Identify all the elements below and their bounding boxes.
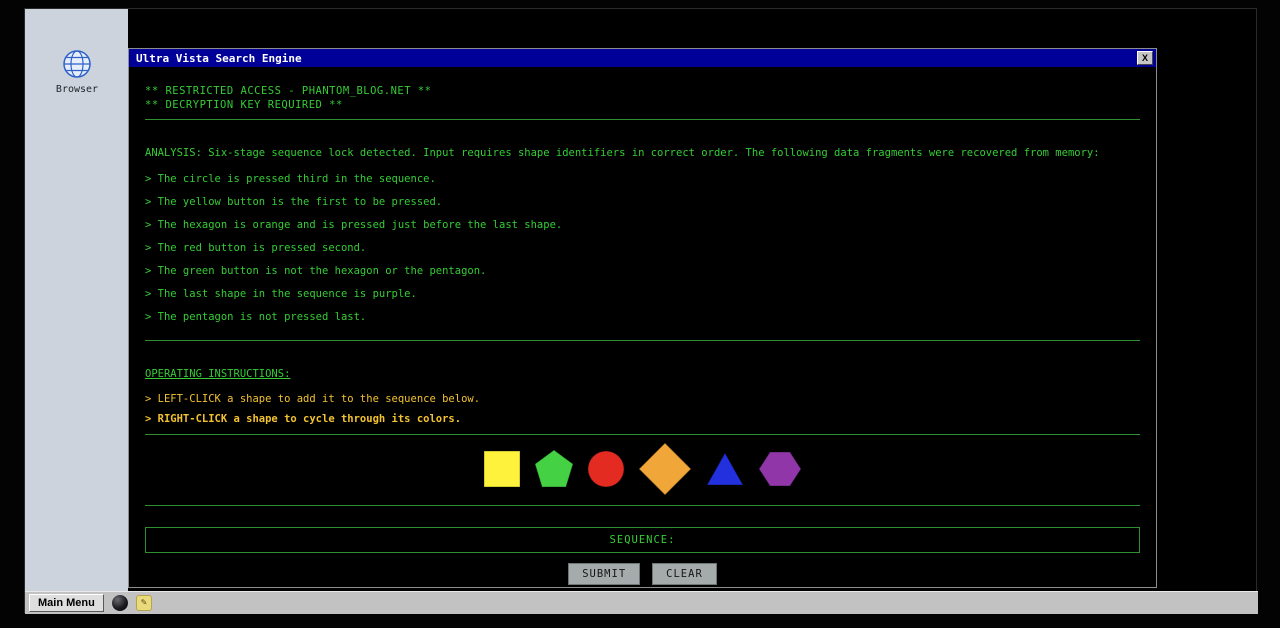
clue-pentagon-not-last: > The pentagon is not pressed last. — [145, 311, 367, 323]
browser-shortcut[interactable]: Browser — [47, 49, 107, 95]
action-buttons-row: SUBMIT CLEAR — [145, 563, 1140, 585]
divider-line — [145, 119, 1140, 120]
pencil-icon[interactable]: ✎ — [135, 595, 152, 611]
desktop: Browser Ultra Vista Search Engine X ** R… — [24, 8, 1258, 614]
triangle-glyph — [706, 451, 744, 486]
divider-line — [145, 340, 1140, 341]
clue-last-purple: > The last shape in the sequence is purp… — [145, 288, 417, 300]
window-title: Ultra Vista Search Engine — [136, 51, 302, 65]
monitor-bezel: Browser Ultra Vista Search Engine X ** R… — [0, 0, 1280, 628]
pentagon-shape-button[interactable] — [534, 449, 574, 489]
pencil-glyph: ✎ — [140, 597, 147, 608]
desktop-side-panel: Browser — [25, 9, 128, 591]
circle-glyph — [587, 450, 625, 488]
globe-icon — [63, 50, 91, 78]
taskbar: Main Menu ✎ — [25, 591, 1258, 614]
operating-instructions-heading: OPERATING INSTRUCTIONS: — [145, 368, 291, 380]
main-menu-button[interactable]: Main Menu — [29, 594, 104, 612]
decryption-key-banner: ** DECRYPTION KEY REQUIRED ** — [145, 99, 343, 111]
terminal-content: ** RESTRICTED ACCESS - PHANTOM_BLOG.NET … — [129, 67, 1156, 587]
pentagon-glyph — [534, 449, 574, 488]
divider-line — [145, 434, 1140, 435]
clue-hexagon-orange: > The hexagon is orange and is pressed j… — [145, 219, 563, 231]
circle-shape-button[interactable] — [587, 450, 625, 488]
submit-button[interactable]: SUBMIT — [568, 563, 641, 585]
instruction-right-click: > RIGHT-CLICK a shape to cycle through i… — [145, 413, 462, 425]
sequence-label: SEQUENCE: — [609, 534, 676, 546]
clue-green-not: > The green button is not the hexagon or… — [145, 265, 487, 277]
clue-yellow-first: > The yellow button is the first to be p… — [145, 196, 443, 208]
close-icon[interactable]: X — [1137, 51, 1153, 65]
diamond-shape-button[interactable] — [638, 442, 692, 496]
clue-red-second: > The red button is pressed second. — [145, 242, 367, 254]
browser-shortcut-label: Browser — [55, 84, 99, 95]
clue-circle-third: > The circle is pressed third in the seq… — [145, 173, 436, 185]
analysis-text: ANALYSIS: Six-stage sequence lock detect… — [145, 147, 1100, 159]
instruction-left-click: > LEFT-CLICK a shape to add it to the se… — [145, 393, 481, 405]
hexagon-shape-button[interactable] — [758, 450, 802, 488]
shape-buttons-row — [145, 442, 1140, 496]
triangle-shape-button[interactable] — [705, 451, 745, 487]
window-titlebar[interactable]: Ultra Vista Search Engine X — [129, 49, 1156, 67]
bomb-icon[interactable] — [111, 595, 128, 611]
square-glyph — [483, 450, 521, 488]
restricted-access-banner: ** RESTRICTED ACCESS - PHANTOM_BLOG.NET … — [145, 85, 432, 97]
diamond-glyph — [638, 442, 692, 496]
clear-button[interactable]: CLEAR — [652, 563, 717, 585]
square-shape-button[interactable] — [483, 450, 521, 488]
sequence-display-box: SEQUENCE: — [145, 527, 1140, 553]
divider-line — [145, 505, 1140, 506]
browser-window: Ultra Vista Search Engine X ** RESTRICTE… — [128, 48, 1157, 588]
hexagon-glyph — [758, 451, 802, 487]
